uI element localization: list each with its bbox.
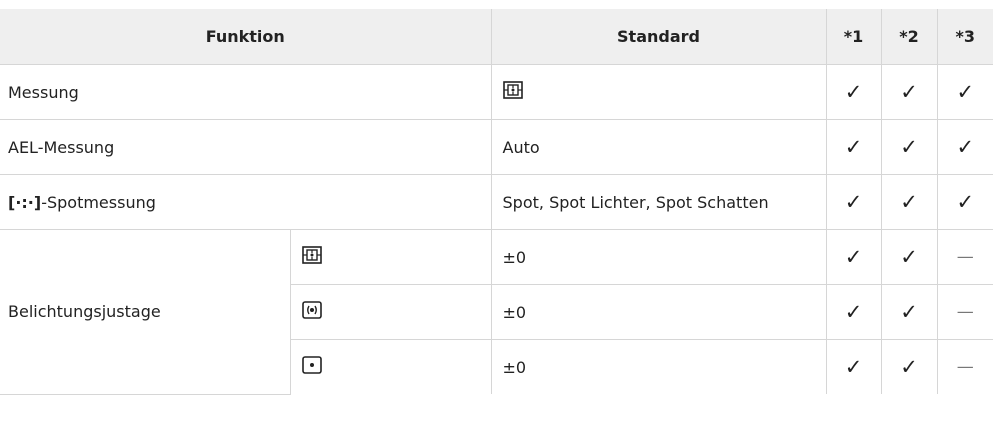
check-cell-2: ✓ <box>880 229 938 285</box>
spot-bracket-icon: [·:·] <box>8 192 42 212</box>
check-cell-1: ✓ <box>825 284 882 340</box>
row-standard: Spot, Spot Lichter, Spot Schatten <box>490 174 827 230</box>
check-cell-2: ✓ <box>880 174 938 230</box>
row-label-ael-messung: AEL-Messung <box>0 119 492 175</box>
check-cell-1: ✓ <box>825 64 882 120</box>
check-cell-1: ✓ <box>825 229 882 285</box>
dash-cell-3: — <box>936 284 994 340</box>
row-standard: ±0 <box>490 229 827 285</box>
row-label-messung: Messung <box>0 64 492 120</box>
header-row: Funktion Standard *1 *2 *3 <box>0 9 994 65</box>
sub-icon-cell <box>289 339 492 394</box>
table-row: Belichtungsjustage ±0 ✓ ✓ — <box>0 229 994 395</box>
check-cell-3: ✓ <box>936 119 994 175</box>
settings-table: Funktion Standard *1 *2 *3 Messung ✓ ✓ ✓… <box>0 9 994 395</box>
header-standard: Standard <box>490 9 827 65</box>
dash-cell-3: — <box>936 229 994 285</box>
sub-icon-cell <box>289 229 492 285</box>
row-standard <box>490 64 827 120</box>
header-col-3: *3 <box>936 9 994 65</box>
check-cell-3: ✓ <box>936 174 994 230</box>
table-row: [·:·]-Spotmessung Spot, Spot Lichter, Sp… <box>0 174 994 230</box>
header-col-2: *2 <box>880 9 938 65</box>
check-cell-1: ✓ <box>825 339 882 394</box>
table-row: Messung ✓ ✓ ✓ <box>0 64 994 120</box>
check-cell-2: ✓ <box>880 64 938 120</box>
dash-cell-3: — <box>936 339 994 394</box>
header-funktion: Funktion <box>0 9 492 65</box>
sub-icon-cell <box>289 284 492 340</box>
esp-metering-icon <box>502 81 523 103</box>
check-cell-3: ✓ <box>936 64 994 120</box>
row-standard: ±0 <box>490 339 827 394</box>
center-weighted-metering-icon <box>301 301 322 323</box>
row-standard: Auto <box>490 119 827 175</box>
spot-metering-icon <box>301 356 322 378</box>
row-label-text: -Spotmessung <box>41 192 156 212</box>
check-cell-2: ✓ <box>880 284 938 340</box>
esp-metering-icon <box>301 246 322 268</box>
group-label-belichtungsjustage: Belichtungsjustage <box>0 229 290 395</box>
check-cell-1: ✓ <box>825 174 882 230</box>
page: Funktion Standard *1 *2 *3 Messung ✓ ✓ ✓… <box>0 0 998 444</box>
row-label-spotmessung: [·:·]-Spotmessung <box>0 174 492 230</box>
check-cell-2: ✓ <box>880 339 938 394</box>
check-cell-1: ✓ <box>825 119 882 175</box>
check-cell-2: ✓ <box>880 119 938 175</box>
table-row: AEL-Messung Auto ✓ ✓ ✓ <box>0 119 994 175</box>
row-standard: ±0 <box>490 284 827 340</box>
header-col-1: *1 <box>825 9 882 65</box>
